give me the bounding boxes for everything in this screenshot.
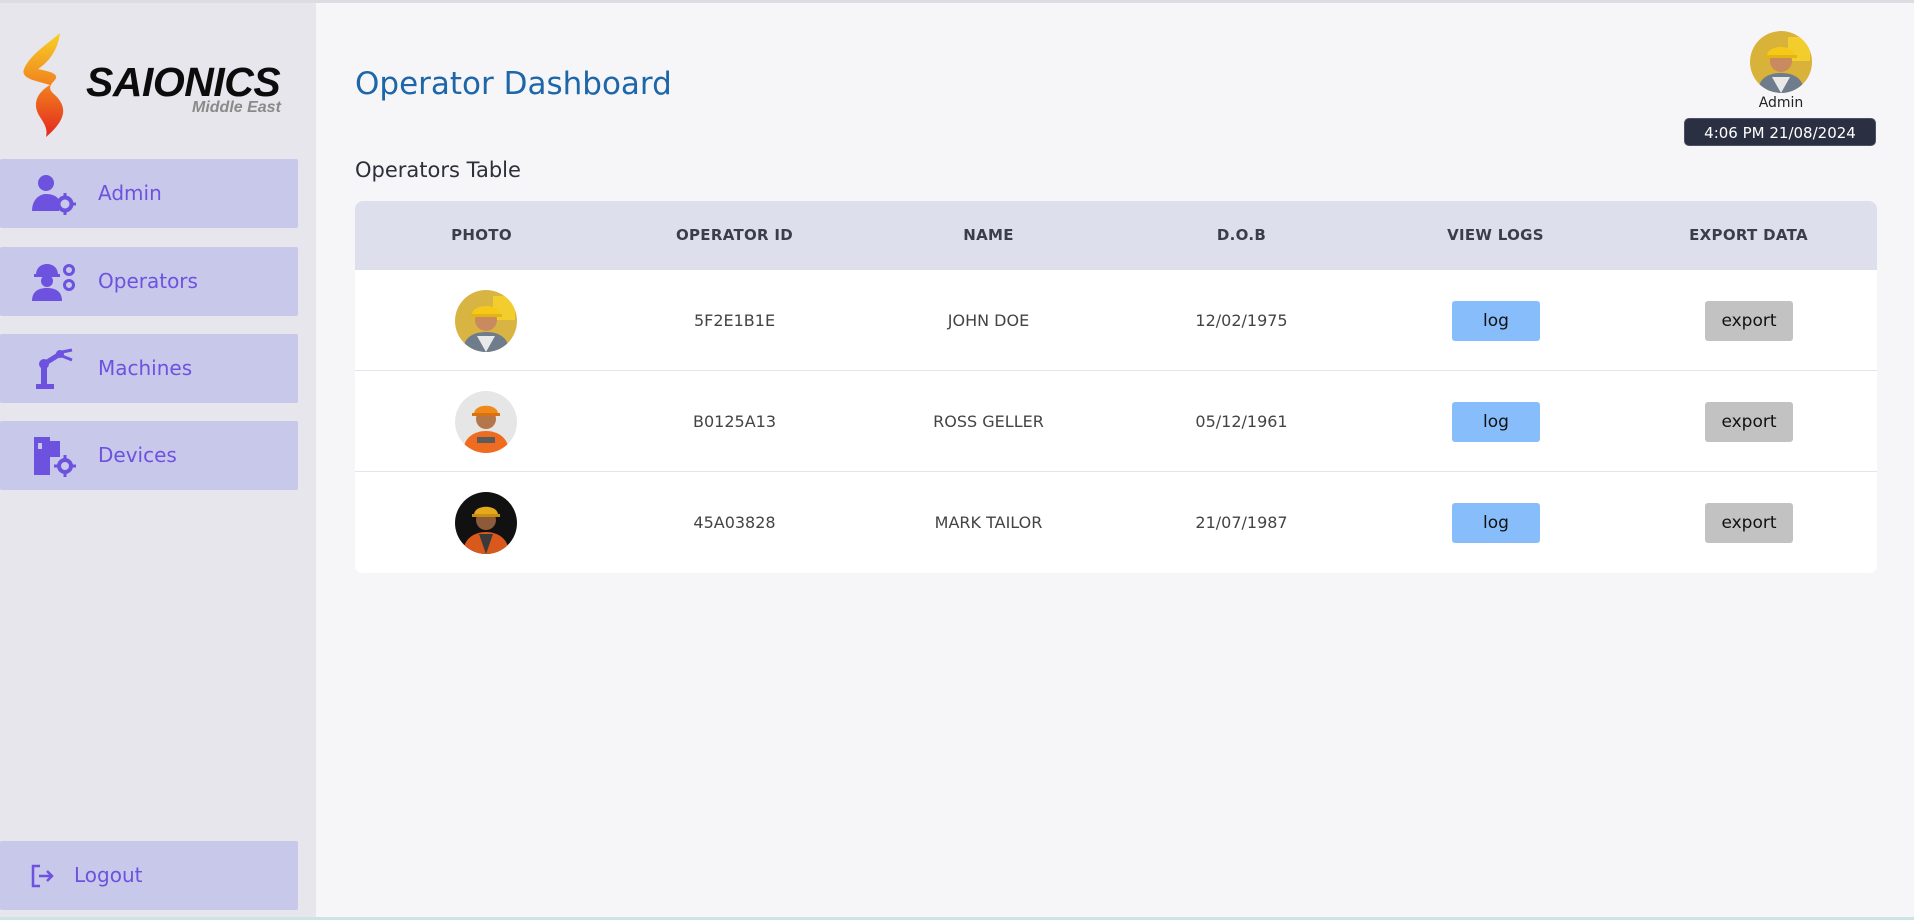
sidebar: SAIONICS Middle East Admin Operators Mac… [0,3,316,917]
export-button[interactable]: export [1705,301,1793,341]
column-header-name: NAME [963,226,1014,244]
table-row: 5F2E1B1E JOHN DOE 12/02/1975 log export [355,270,1877,371]
operator-dob-cell: 21/07/1987 [1195,513,1288,532]
column-header-view-logs: VIEW LOGS [1447,226,1544,244]
sidebar-item-devices[interactable]: Devices [0,421,298,490]
logout-label: Logout [74,863,143,887]
admin-gear-icon [30,173,78,215]
operator-id-cell: 5F2E1B1E [693,311,776,330]
sidebar-item-label: Operators [98,269,198,293]
robot-arm-icon [30,348,78,390]
sidebar-item-label: Admin [98,181,162,205]
avatar[interactable] [1750,31,1812,93]
flame-logo-icon [23,33,64,137]
sidebar-item-label: Devices [98,443,177,467]
log-button[interactable]: log [1452,301,1540,341]
operator-name-cell: JOHN DOE [947,311,1030,330]
operator-photo [455,290,517,352]
operator-dob-cell: 05/12/1961 [1195,412,1288,431]
log-button[interactable]: log [1452,402,1540,442]
sidebar-item-label: Machines [98,356,193,380]
log-button[interactable]: log [1452,503,1540,543]
column-header-dob: D.O.B [1216,226,1267,244]
operator-name-cell: ROSS GELLER [933,412,1044,431]
brand-logo: SAIONICS Middle East [16,31,286,141]
column-header-operator-id: OPERATOR ID [675,226,794,244]
operator-id-cell: 45A03828 [693,513,776,532]
datetime-badge: 4:06 PM 21/08/2024 [1684,118,1876,146]
operator-dob-cell: 12/02/1975 [1195,311,1288,330]
table-row: B0125A13 ROSS GELLER 05/12/1961 log expo… [355,371,1877,472]
column-header-export-data: EXPORT DATA [1689,226,1808,244]
operator-photo [455,492,517,554]
operator-name-cell: MARK TAILOR [934,513,1043,532]
operator-id-cell: B0125A13 [693,412,776,431]
export-button[interactable]: export [1705,402,1793,442]
page-title: Operator Dashboard [355,66,672,102]
operator-photo [455,391,517,453]
export-button[interactable]: export [1705,503,1793,543]
operators-table: PHOTO OPERATOR ID NAME D.O.B VIEW LOGS E… [355,201,1877,573]
sidebar-item-machines[interactable]: Machines [0,334,298,403]
table-header: PHOTO OPERATOR ID NAME D.O.B VIEW LOGS E… [355,201,1877,270]
device-gear-icon [30,435,78,477]
sidebar-item-operators[interactable]: Operators [0,247,298,316]
brand-subtitle: Middle East [192,99,281,116]
sidebar-item-admin[interactable]: Admin [0,159,298,228]
logout-button[interactable]: Logout [0,841,298,910]
column-header-photo: PHOTO [451,226,512,244]
table-row: 45A03828 MARK TAILOR 21/07/1987 log expo… [355,472,1877,573]
operators-icon [30,261,78,303]
table-title: Operators Table [355,158,521,182]
user-name: Admin [1758,95,1804,111]
logout-icon [30,863,56,889]
